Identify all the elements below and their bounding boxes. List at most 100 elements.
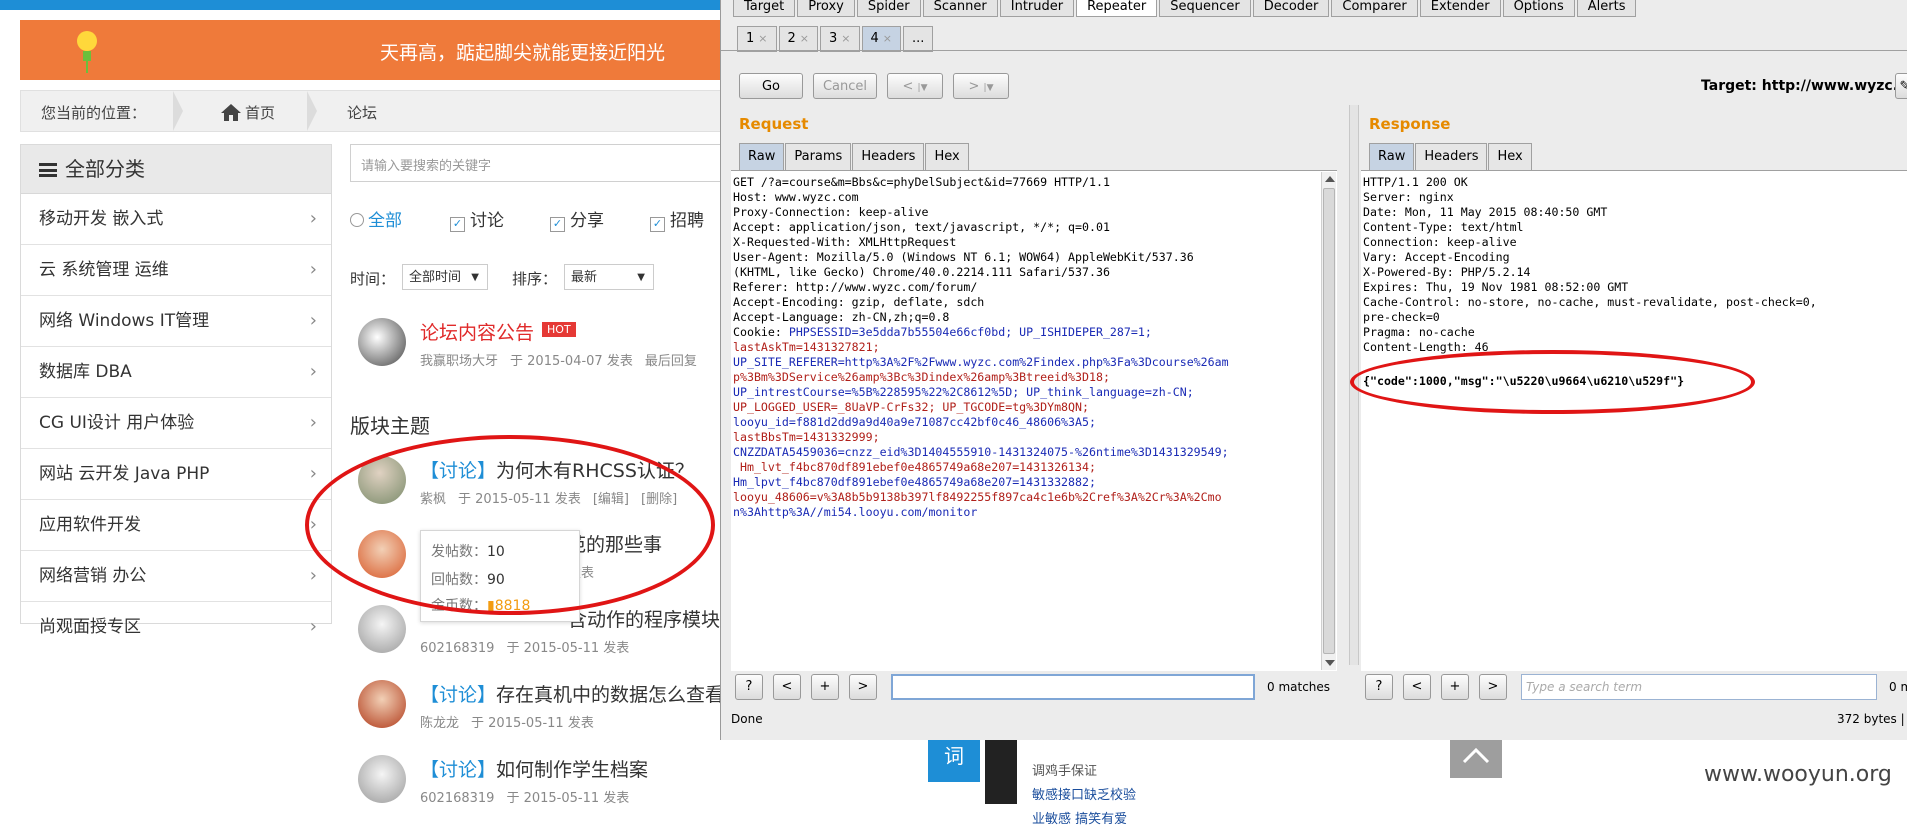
response-tabs: Raw Headers Hex <box>1369 143 1533 171</box>
request-tab-raw[interactable]: Raw <box>739 143 785 171</box>
cookie-line: UP_LOGGED_USER=_8UaVP-CrFs32; UP_TGCODE=… <box>733 400 1089 414</box>
response-tab-headers[interactable]: Headers <box>1415 143 1488 171</box>
request-line: Accept: application/json, text/javascrip… <box>733 220 1110 234</box>
response-line: Expires: Thu, 19 Nov 1981 08:52:00 GMT <box>1363 280 1629 294</box>
add-button[interactable]: + <box>811 674 839 700</box>
chevron-right-icon: › <box>309 616 317 637</box>
scroll-down-icon[interactable] <box>1325 660 1335 666</box>
tab-spider[interactable]: Spider <box>856 0 921 17</box>
add-button[interactable]: + <box>1441 674 1469 700</box>
tab-sequencer[interactable]: Sequencer <box>1159 0 1251 17</box>
chevron-right-icon: › <box>309 259 317 280</box>
new-repeater-tab[interactable]: ... <box>903 26 934 52</box>
close-icon[interactable]: × <box>800 32 809 45</box>
category-item[interactable]: 数据库 DBA › <box>21 347 331 398</box>
forward-button[interactable]: > |▼ <box>953 73 1009 99</box>
breadcrumb-home[interactable]: 首页 <box>221 102 275 123</box>
category-item[interactable]: 网络 Windows IT管理 › <box>21 296 331 347</box>
post-title[interactable]: 【讨论】如何制作学生档案 <box>420 755 648 782</box>
category-item[interactable]: 应用软件开发 › <box>21 500 331 551</box>
close-icon[interactable]: × <box>841 32 850 45</box>
category-item[interactable]: 网站 云开发 Java PHP › <box>21 449 331 500</box>
post-title[interactable]: 【讨论】存在真机中的数据怎么查看（ <box>420 680 743 707</box>
tab-extender[interactable]: Extender <box>1419 0 1501 17</box>
request-editor[interactable]: GET /?a=course&m=Bbs&c=phyDelSubject&id=… <box>731 170 1337 671</box>
go-button[interactable]: Go <box>739 73 803 99</box>
bottom-link[interactable]: 业敏感 搞笑有爱 <box>1032 808 1136 832</box>
request-tab-params[interactable]: Params <box>785 143 852 171</box>
chevron-right-icon: › <box>309 412 317 433</box>
tab-decoder[interactable]: Decoder <box>1252 0 1330 17</box>
filter-all[interactable]: 全部 <box>350 206 402 231</box>
category-item[interactable]: 云 系统管理 运维 › <box>21 245 331 296</box>
tab-target[interactable]: Target <box>733 0 796 17</box>
next-match-button[interactable]: > <box>1479 674 1507 700</box>
repeater-tab[interactable]: 1 × <box>737 26 777 52</box>
prev-match-button[interactable]: < <box>773 674 801 700</box>
cookie-line: n%3Ahttp%3A//mi54.looyu.com/monitor <box>733 505 978 519</box>
response-match-count: 0 m <box>1889 680 1907 694</box>
request-tab-headers[interactable]: Headers <box>852 143 925 171</box>
avatar[interactable] <box>358 680 406 728</box>
request-search-input[interactable] <box>891 674 1255 700</box>
repeater-tab[interactable]: 4 × <box>861 26 901 52</box>
help-button[interactable]: ? <box>735 674 763 700</box>
next-match-button[interactable]: > <box>849 674 877 700</box>
category-item[interactable]: 尚观面授专区 › <box>21 602 331 652</box>
sort-select[interactable]: 最新 ▼ <box>564 264 654 290</box>
bottom-partial: 调鸡手保证 <box>1032 764 1098 779</box>
scroll-up-icon[interactable] <box>1325 176 1335 182</box>
bottom-link[interactable]: 敏感接口缺乏校验 <box>1032 784 1136 808</box>
response-tab-hex[interactable]: Hex <box>1488 143 1532 171</box>
repeater-tab[interactable]: 3 × <box>820 26 860 52</box>
hot-badge: HOT <box>542 322 576 337</box>
tab-repeater[interactable]: Repeater <box>1076 0 1158 17</box>
chevron-right-icon: › <box>309 208 317 229</box>
edit-target-icon[interactable]: ✎ <box>1895 73 1907 99</box>
response-editor[interactable]: HTTP/1.1 200 OK Server: nginx Date: Mon, 1… <box>1361 170 1907 671</box>
chevron-right-icon: › <box>309 310 317 331</box>
post-meta: 我赢职场大牙于 2015-04-07 发表 最后回复 <box>420 354 697 369</box>
category-panel: 全部分类 移动开发 嵌入式 › 云 系统管理 运维 › 网络 Windows IT管… <box>20 144 332 637</box>
response-line: Connection: keep-alive <box>1363 235 1517 249</box>
time-select[interactable]: 全部时间 ▼ <box>402 264 488 290</box>
top-nav-strip <box>0 0 720 10</box>
help-button[interactable]: ? <box>1365 674 1393 700</box>
category-item[interactable]: 移动开发 嵌入式 › <box>21 194 331 245</box>
response-tab-raw[interactable]: Raw <box>1369 143 1415 171</box>
request-text: GET /?a=course&m=Bbs&c=phyDelSubject&id=… <box>731 171 1337 524</box>
filter-recruit[interactable]: ✓ 招聘 <box>650 206 704 232</box>
request-tab-hex[interactable]: Hex <box>925 143 969 171</box>
response-search-input[interactable]: Type a search term <box>1521 674 1877 700</box>
cancel-button[interactable]: Cancel <box>813 73 877 99</box>
repeater-tab[interactable]: 2 × <box>778 26 818 52</box>
filter-discuss[interactable]: ✓ 讨论 <box>450 206 504 232</box>
cookie-line: UP_SITE_REFERER=http%3A%2F%2Fwww.wyzc.co… <box>733 355 1229 369</box>
tab-comparer[interactable]: Comparer <box>1331 0 1418 17</box>
response-line: Content-Type: text/html <box>1363 220 1524 234</box>
burp-main-tabs: Target Proxy Spider Scanner Intruder Rep… <box>733 0 1638 17</box>
tab-options[interactable]: Options <box>1502 0 1575 17</box>
tab-scanner[interactable]: Scanner <box>922 0 998 17</box>
cookie-line: lastBbsTm=1431332999; <box>733 430 880 444</box>
filter-share[interactable]: ✓ 分享 <box>550 206 604 232</box>
avatar[interactable] <box>358 755 406 803</box>
post-title[interactable]: 含动作的程序模块 <box>568 605 720 632</box>
tab-proxy[interactable]: Proxy <box>797 0 855 17</box>
tab-intruder[interactable]: Intruder <box>999 0 1075 17</box>
target-label: Target: http://www.wyzc.com <box>1701 78 1907 94</box>
back-to-top-button[interactable] <box>1450 736 1502 778</box>
avatar[interactable] <box>358 318 406 366</box>
avatar[interactable] <box>358 605 406 653</box>
close-icon[interactable]: × <box>883 32 892 45</box>
pinned-post-title[interactable]: 论坛内容公告 HOT <box>420 318 576 345</box>
category-item[interactable]: 网络营销 办公 › <box>21 551 331 602</box>
close-icon[interactable]: × <box>758 32 767 45</box>
category-item[interactable]: CG UI设计 用户体验 › <box>21 398 331 449</box>
request-scrollbar[interactable] <box>1321 172 1336 670</box>
section-title: 版块主题 <box>350 414 430 438</box>
prev-match-button[interactable]: < <box>1403 674 1431 700</box>
back-button[interactable]: < |▼ <box>887 73 943 99</box>
forum-search-input[interactable]: 请输入要搜索的关键字 <box>350 144 732 182</box>
tab-alerts[interactable]: Alerts <box>1576 0 1637 17</box>
